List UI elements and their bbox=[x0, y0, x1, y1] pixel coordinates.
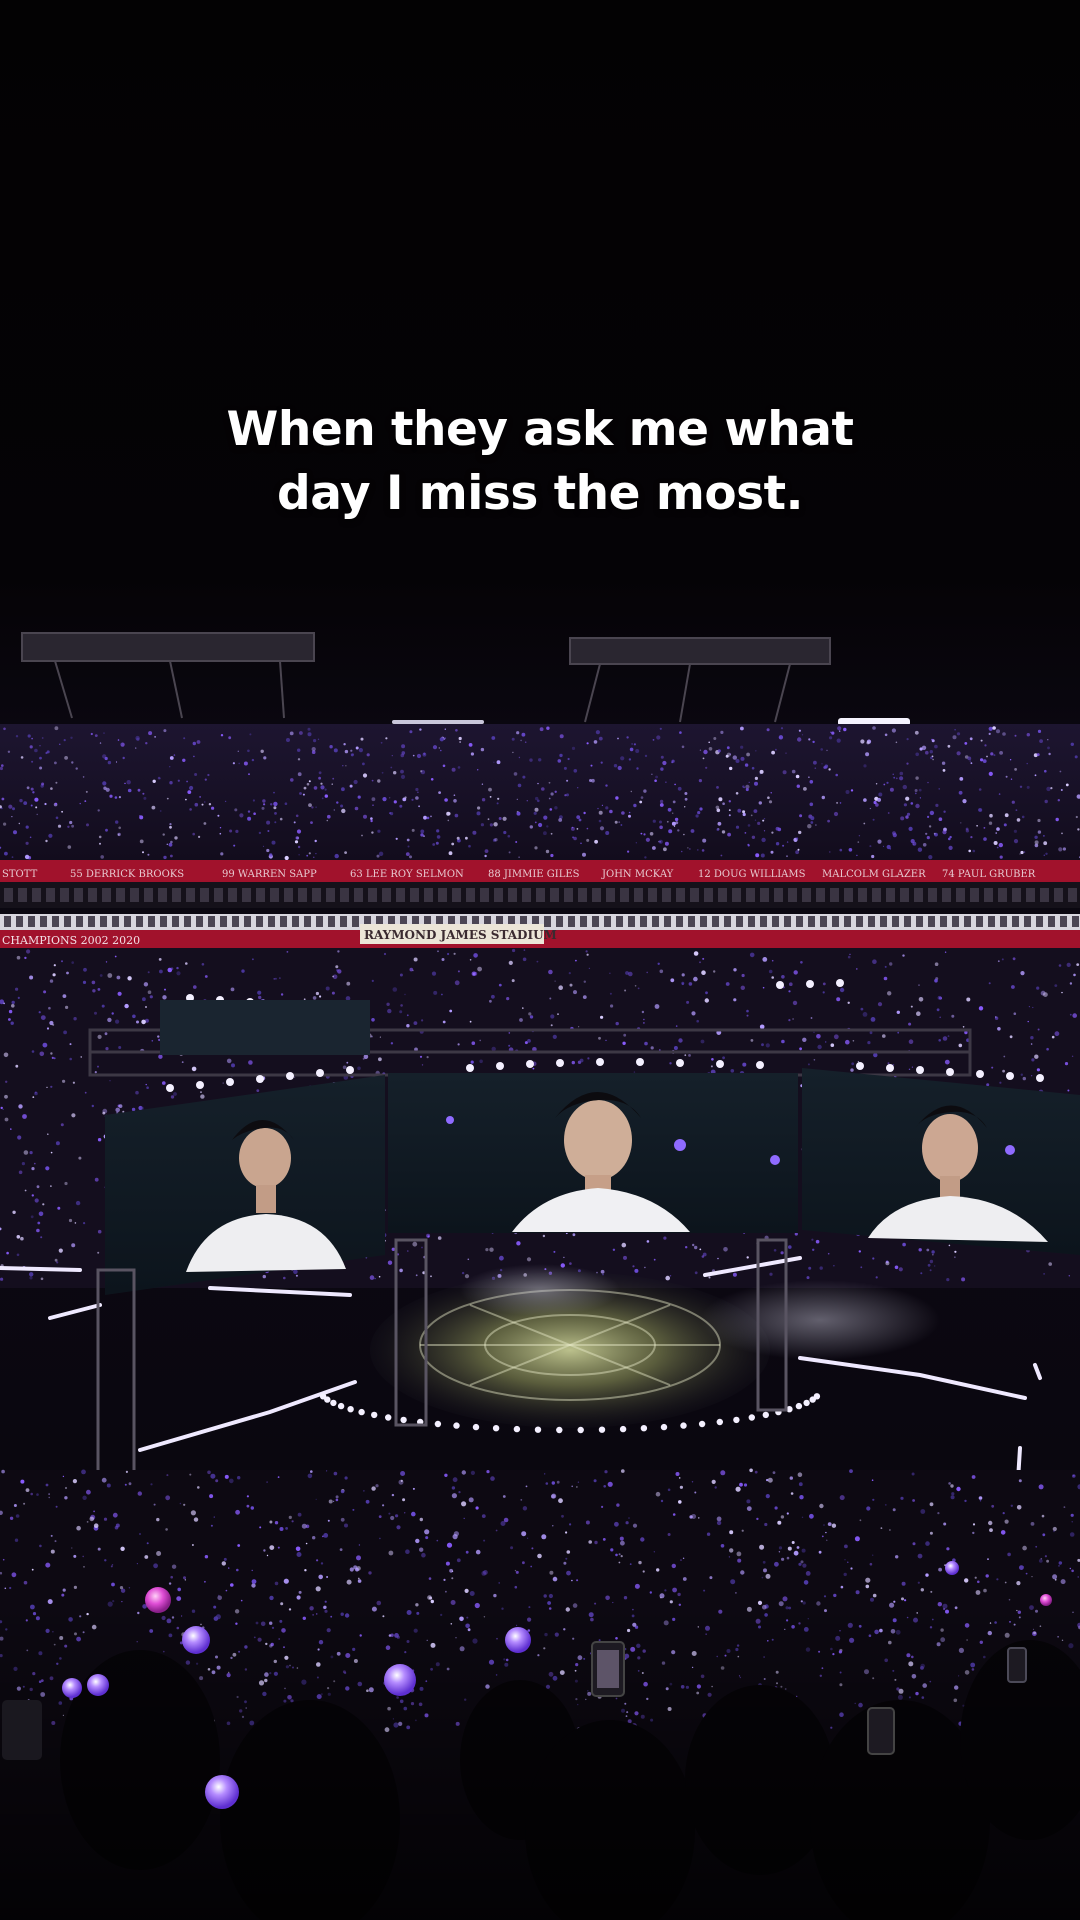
honor-name: 63 LEE ROY SELMON bbox=[350, 869, 464, 880]
stadium-floodlight bbox=[392, 720, 484, 724]
small-screen-left bbox=[160, 1000, 370, 1055]
suite-windows bbox=[4, 888, 1077, 902]
honor-name: 99 WARREN SAPP bbox=[222, 869, 317, 880]
stage-smoke bbox=[460, 1264, 620, 1316]
championship-text: CHAMPIONS 2002 2020 bbox=[2, 934, 140, 947]
honor-name: JOHN MCKAY bbox=[601, 869, 674, 880]
honor-name: 12 DOUG WILLIAMS bbox=[698, 869, 806, 880]
caption-line-1: When they ask me what bbox=[226, 402, 854, 457]
light-tower-right bbox=[569, 637, 831, 723]
honor-name: 74 PAUL GRUBER bbox=[942, 869, 1036, 880]
concert-photo: STOTT 55 DERRICK BROOKS 99 WARREN SAPP 6… bbox=[0, 0, 1080, 1920]
honor-name: MALCOLM GLAZER bbox=[822, 869, 926, 880]
light-tower-left bbox=[21, 632, 315, 719]
stage-smoke bbox=[700, 1280, 940, 1360]
upper-deck-crowd bbox=[0, 724, 1080, 864]
ring-of-honor-names: STOTT 55 DERRICK BROOKS 99 WARREN SAPP 6… bbox=[2, 869, 1036, 880]
video-screen-right bbox=[802, 1068, 1080, 1255]
caption-overlay: When they ask me what day I miss the mos… bbox=[0, 398, 1080, 526]
sponsor-text: RAYMOND JAMES STADIUM bbox=[364, 928, 557, 942]
honor-name: STOTT bbox=[2, 869, 38, 880]
stadium-scene: STOTT 55 DERRICK BROOKS 99 WARREN SAPP 6… bbox=[0, 632, 1080, 1920]
honor-name: 88 JIMMIE GILES bbox=[488, 869, 580, 880]
honor-name: 55 DERRICK BROOKS bbox=[70, 869, 184, 880]
caption-line-2: day I miss the most. bbox=[277, 466, 803, 521]
video-screen-center bbox=[388, 1073, 798, 1233]
